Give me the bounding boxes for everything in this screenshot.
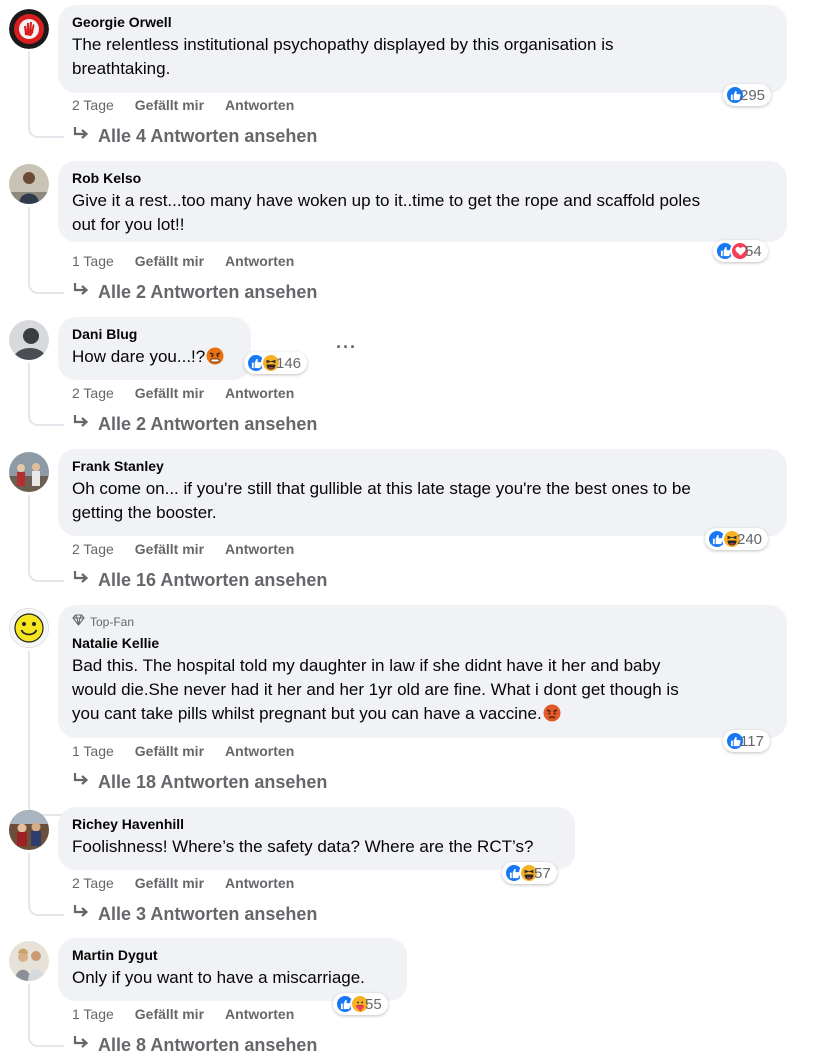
comment-actions: 1 Tage Gefällt mir Antworten — [72, 1006, 294, 1022]
reaction-summary[interactable]: 117 — [723, 730, 770, 752]
view-replies-link[interactable]: Alle 4 Antworten ansehen — [72, 126, 317, 147]
comment-author[interactable]: Dani Blug — [72, 325, 237, 343]
reaction-count: 295 — [740, 86, 766, 104]
comment-actions: 1 Tage Gefällt mir Antworten — [72, 743, 294, 759]
comment-bubble: Top-Fan Natalie Kellie Bad this. The hos… — [58, 605, 787, 738]
group-photo-avatar[interactable] — [9, 810, 49, 850]
reply-button[interactable]: Antworten — [225, 1006, 294, 1022]
comment-actions: 2 Tage Gefällt mir Antworten — [72, 97, 294, 113]
comment-bubble: Richey Havenhill Foolishness! Where’s th… — [58, 807, 575, 870]
reply-button[interactable]: Antworten — [225, 97, 294, 113]
reaction-summary[interactable]: 146 — [244, 352, 308, 374]
comment-timestamp[interactable]: 1 Tage — [72, 253, 114, 269]
reply-button[interactable]: Antworten — [225, 743, 294, 759]
view-replies-link[interactable]: Alle 16 Antworten ansehen — [72, 570, 327, 591]
reply-button[interactable]: Antworten — [225, 875, 294, 891]
reaction-count: 54 — [745, 242, 762, 260]
view-replies-link[interactable]: Alle 2 Antworten ansehen — [72, 414, 317, 435]
reaction-summary[interactable]: 240 — [705, 528, 769, 550]
like-button[interactable]: Gefällt mir — [135, 1006, 204, 1022]
reaction-summary[interactable]: 295 — [723, 84, 772, 106]
like-button[interactable]: Gefällt mir — [135, 97, 204, 113]
comment-author[interactable]: Rob Kelso — [72, 169, 773, 187]
comment-author[interactable]: Richey Havenhill — [72, 815, 561, 833]
comment-timestamp[interactable]: 2 Tage — [72, 875, 114, 891]
comment-text: Oh come on... if you're still that gulli… — [72, 479, 691, 522]
like-button[interactable]: Gefällt mir — [135, 385, 204, 401]
reply-arrow-icon — [72, 904, 90, 925]
like-button[interactable]: Gefällt mir — [135, 875, 204, 891]
comment-author[interactable]: Natalie Kellie — [72, 634, 773, 652]
reaction-summary[interactable]: 55 — [333, 993, 388, 1015]
comment-text: Only if you want to have a miscarriage. — [72, 968, 365, 987]
top-fan-badge: Top-Fan — [72, 614, 773, 629]
view-replies-link[interactable]: Alle 18 Antworten ansehen — [72, 772, 327, 793]
reply-arrow-icon — [72, 414, 90, 435]
reply-button[interactable]: Antworten — [225, 385, 294, 401]
thread-connector — [28, 363, 64, 426]
reaction-count: 117 — [740, 732, 764, 750]
stop-hand-avatar[interactable] — [9, 9, 49, 49]
comment-timestamp[interactable]: 1 Tage — [72, 1006, 114, 1022]
reply-button[interactable]: Antworten — [225, 253, 294, 269]
view-replies-link[interactable]: Alle 3 Antworten ansehen — [72, 904, 317, 925]
reaction-summary[interactable]: 54 — [713, 240, 768, 262]
comment-bubble: Georgie Orwell The relentless institutio… — [58, 5, 787, 93]
comment-bubble: Martin Dygut Only if you want to have a … — [58, 938, 407, 1001]
comment-text: Bad this. The hospital told my daughter … — [72, 656, 679, 723]
comment-actions: 2 Tage Gefällt mir Antworten — [72, 541, 294, 557]
comment-text: Foolishness! Where’s the safety data? Wh… — [72, 837, 534, 856]
comment-actions: 2 Tage Gefällt mir Antworten — [72, 875, 294, 891]
like-button[interactable]: Gefällt mir — [135, 541, 204, 557]
comment-text: The relentless institutional psychopathy… — [72, 35, 614, 78]
reaction-summary[interactable]: 57 — [502, 862, 557, 884]
thread-connector — [28, 984, 64, 1047]
reaction-count: 240 — [737, 530, 763, 548]
comment-author[interactable]: Frank Stanley — [72, 457, 773, 475]
reply-arrow-icon — [72, 570, 90, 591]
comment-bubble: Dani Blug How dare you...!? — [58, 317, 251, 380]
like-button[interactable]: Gefällt mir — [135, 743, 204, 759]
group-photo-avatar[interactable] — [9, 452, 49, 492]
smiley-face-avatar[interactable] — [9, 608, 49, 648]
view-replies-link[interactable]: Alle 2 Antworten ansehen — [72, 282, 317, 303]
reply-arrow-icon — [72, 772, 90, 793]
comment-author[interactable]: Georgie Orwell — [72, 13, 773, 31]
couple-photo-avatar[interactable] — [9, 941, 49, 981]
comment-author[interactable]: Martin Dygut — [72, 946, 393, 964]
comment-timestamp[interactable]: 2 Tage — [72, 97, 114, 113]
person-photo-avatar[interactable] — [9, 164, 49, 204]
reply-arrow-icon — [72, 282, 90, 303]
comment-bubble: Rob Kelso Give it a rest...too many have… — [58, 161, 787, 242]
reaction-count: 57 — [534, 864, 551, 882]
reaction-count: 146 — [276, 354, 302, 372]
reply-arrow-icon — [72, 126, 90, 147]
thread-connector — [28, 853, 64, 916]
comment-actions: 2 Tage Gefällt mir Antworten — [72, 385, 294, 401]
more-options-button[interactable]: ··· — [336, 337, 357, 358]
comment-text: How dare you...!? — [72, 345, 237, 369]
angry-emoji — [543, 704, 561, 722]
reaction-count: 55 — [365, 995, 382, 1013]
comment-bubble: Frank Stanley Oh come on... if you're st… — [58, 449, 787, 536]
diamond-icon — [72, 614, 85, 629]
comment-timestamp[interactable]: 2 Tage — [72, 385, 114, 401]
comment-timestamp[interactable]: 1 Tage — [72, 743, 114, 759]
comment-actions: 1 Tage Gefällt mir Antworten — [72, 253, 294, 269]
like-button[interactable]: Gefällt mir — [135, 253, 204, 269]
comment-timestamp[interactable]: 2 Tage — [72, 541, 114, 557]
angry-emoji — [206, 347, 224, 365]
reply-button[interactable]: Antworten — [225, 541, 294, 557]
person-photo-avatar[interactable] — [9, 320, 49, 360]
comment-text: Give it a rest...too many have woken up … — [72, 191, 701, 234]
